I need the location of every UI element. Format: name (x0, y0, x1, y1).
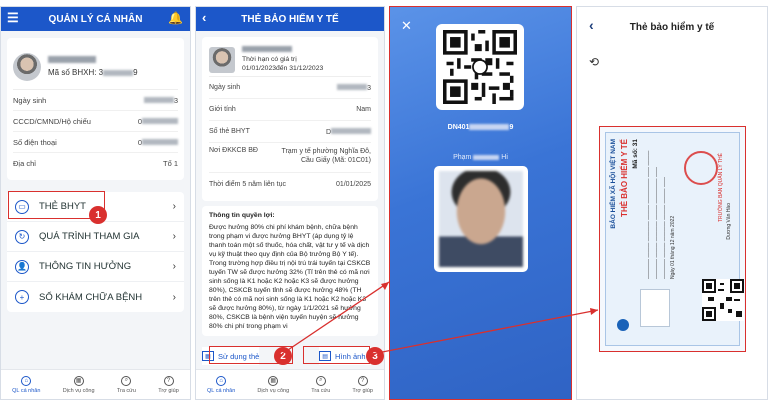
health-insurance-card-screen: ‹ THẺ BẢO HIỂM Y TẾ Thời hạn có giá trị … (195, 6, 385, 400)
red-stamp (684, 151, 718, 185)
info-row-card-number: Số thẻ BHYT D (209, 121, 371, 143)
app-header: ‹ THẺ BẢO HIỂM Y TẾ (196, 7, 384, 31)
search-icon: ⌕ (315, 375, 326, 386)
tab-personal[interactable]: ⌂ QL cá nhân (12, 375, 40, 394)
info-row-address: Địa chỉ Tổ 1 (13, 159, 178, 168)
app-header: ☰ QUẢN LÝ CÁ NHÂN 🔔 (1, 7, 190, 31)
card-summary: Thời hạn có giá trị 01/01/2023đến 31/12/… (202, 37, 378, 201)
benefit-text: Được hưởng 80% chi phí khám bệnh, chữa b… (209, 224, 371, 330)
bell-icon[interactable]: 🔔 (168, 11, 183, 25)
tab-personal[interactable]: ⌂ QL cá nhân (207, 375, 235, 394)
headset-icon: ? (357, 375, 368, 386)
info-row-dob: Ngày sinh 3 (209, 77, 371, 99)
history-icon: ↻ (15, 229, 29, 244)
hamburger-menu-icon[interactable]: ☰ (7, 11, 19, 25)
chevron-right-icon: › (172, 201, 176, 212)
menu-item-participation[interactable]: ↻ QUÁ TRÌNH THAM GIA › (7, 222, 184, 252)
card-photo (209, 46, 235, 73)
highlight-frame-qr (389, 6, 572, 400)
menu-item-medical-book[interactable]: + SỔ KHÁM CHỮA BỆNH › (7, 282, 184, 312)
insurance-card-image: BẢO HIỂM XÃ HỘI VIỆT NAM THẺ BẢO HIỂM Y … (599, 126, 746, 352)
page-title: QUẢN LÝ CÁ NHÂN (48, 13, 143, 25)
step-badge-3: 3 (366, 347, 384, 365)
chevron-right-icon: › (172, 261, 176, 272)
screenshot-stage: ☰ QUẢN LÝ CÁ NHÂN 🔔 Mã số BHXH: 39 Ngày … (0, 0, 768, 404)
benefit-info: Thông tin quyền lợi: Được hưởng 80% chi … (202, 206, 378, 336)
profile-card: Mã số BHXH: 39 Ngày sinh 3 CCCD/CMND/Hộ c… (7, 38, 184, 180)
card-title: THẺ BẢO HIỂM Y TẾ (620, 139, 629, 217)
tab-lookup[interactable]: ⌕ Tra cứu (311, 375, 330, 394)
page-title: THẺ BẢO HIỂM Y TẾ (241, 13, 339, 25)
home-icon: ⌂ (21, 375, 32, 386)
back-icon[interactable]: ‹ (202, 11, 206, 25)
rotate-icon[interactable]: ⟲ (589, 55, 599, 69)
headset-icon: ? (163, 375, 174, 386)
highlight-box-card-image (303, 346, 370, 364)
personal-management-screen: ☰ QUẢN LÝ CÁ NHÂN 🔔 Mã số BHXH: 39 Ngày … (0, 6, 191, 400)
issue-date: Ngày 01 tháng 12 năm 2022 (670, 215, 676, 279)
tab-public-service[interactable]: ▦ Dịch vụ công (63, 375, 95, 394)
medical-cross-icon: + (15, 290, 29, 304)
service-icon: ▦ (268, 375, 279, 386)
step-badge-2: 2 (274, 347, 292, 365)
validity-block: Thời hạn có giá trị 01/01/2023đến 31/12/… (209, 43, 371, 77)
page-title: Thẻ bảo hiểm y tế (629, 21, 715, 33)
step-badge-1: 1 (89, 206, 107, 224)
search-icon: ⌕ (121, 375, 132, 386)
card-photo-placeholder (640, 289, 670, 327)
chevron-right-icon: › (172, 291, 176, 303)
bottom-nav: ⌂ QL cá nhân ▦ Dịch vụ công ⌕ Tra cứu ? Trợ … (196, 369, 384, 399)
card-org: BẢO HIỂM XÃ HỘI VIỆT NAM (610, 139, 617, 229)
tab-public-service[interactable]: ▦ Dịch vụ công (257, 375, 289, 394)
benefit-title: Thông tin quyền lợi: (209, 212, 275, 219)
name-blurred (48, 56, 96, 63)
back-icon[interactable]: ‹ (589, 17, 594, 33)
bhxh-logo-icon (617, 319, 629, 331)
menu-item-benefit-info[interactable]: 👤 THÔNG TIN HƯỞNG › (7, 252, 184, 282)
chevron-right-icon: › (172, 231, 176, 242)
screen-header: ‹ Thẻ bảo hiểm y tế (577, 7, 767, 47)
bottom-nav: ⌂ QL cá nhân ▦ Dịch vụ công ⌕ Tra cứu ? Trợ … (1, 369, 190, 399)
info-row-dob: Ngày sinh 3 (13, 90, 178, 111)
user-info-icon: 👤 (15, 259, 29, 274)
profile-header: Mã số BHXH: 39 (13, 44, 178, 90)
info-row-registered-clinic: Nơi ĐKKCB BĐ Trạm y tế phường Nghĩa Đô, C… (209, 143, 371, 173)
card-qr-code (702, 279, 744, 321)
service-icon: ▦ (73, 375, 84, 386)
qr-card-screen: ✕ DN401 9 Phạm Hi (389, 6, 572, 400)
avatar (13, 52, 41, 81)
info-row-gender: Giới tính Nam (209, 99, 371, 121)
info-row-id: CCCD/CMND/Hộ chiếu 0 (13, 111, 178, 132)
stamp-caption: TRƯỞNG BAN QUẢN LÝ THẺ (718, 153, 724, 223)
signer-name: Dương Văn Hào (726, 203, 732, 240)
tab-lookup[interactable]: ⌕ Tra cứu (117, 375, 136, 394)
info-row-phone: Số điện thoại 0 (13, 132, 178, 153)
card-image-screen: ‹ Thẻ bảo hiểm y tế ⟲ BẢO HIỂM XÃ HỘI VI… (576, 6, 768, 400)
card-code: Mã số: 31 (632, 139, 639, 169)
tab-help[interactable]: ? Trợ giúp (352, 375, 373, 394)
profile-name: Mã số BHXH: 39 (48, 56, 138, 77)
bhxh-number: Mã số BHXH: 3 (48, 68, 104, 77)
info-row-five-years: Thời điểm 5 năm liên tục 01/01/2025 (209, 180, 371, 188)
tab-help[interactable]: ? Trợ giúp (158, 375, 179, 394)
home-icon: ⌂ (216, 375, 227, 386)
